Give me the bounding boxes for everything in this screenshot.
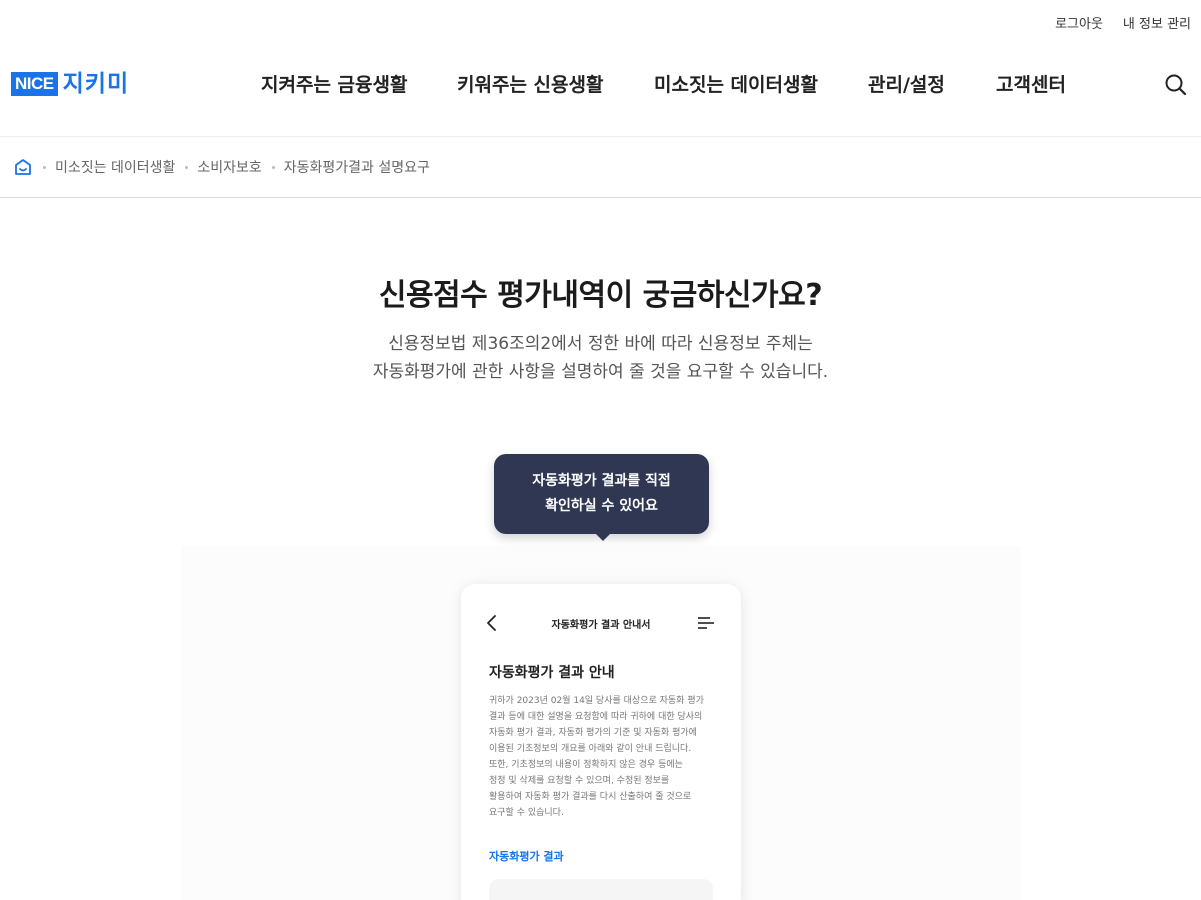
nav-item-settings[interactable]: 관리/설정 (868, 70, 945, 97)
body-line: 이용된 기초정보의 개요를 아래와 같이 안내 드립니다. (489, 744, 692, 754)
bubble-line: 자동화평가 결과를 직접 (532, 473, 671, 489)
page: 로그아웃 내 정보 관리 NICE 지키미 지켜주는 금융생활 키워주는 신용생… (0, 0, 1201, 900)
nav-item-data[interactable]: 미소짓는 데이터생활 (654, 70, 818, 97)
nav-item-credit[interactable]: 키워주는 신용생활 (457, 70, 603, 97)
page-title: 신용점수 평가내역이 궁금하신가요? (378, 278, 823, 313)
breadcrumb-divider (0, 197, 1201, 198)
breadcrumb-item-data[interactable]: 미소짓는 데이터생활 (55, 157, 175, 177)
phone-result-label: 자동화평가 결과 (489, 850, 564, 863)
home-icon[interactable] (13, 157, 33, 177)
breadcrumb-separator (271, 165, 275, 169)
speech-bubble: 자동화평가 결과를 직접 확인하실 수 있어요 (494, 454, 709, 534)
speech-bubble-tail (594, 532, 612, 541)
phone-result-box (489, 879, 713, 900)
main-nav: 지켜주는 금융생활 키워주는 신용생활 미소짓는 데이터생활 관리/설정 고객센… (0, 70, 1201, 100)
body-line: 또한, 기초정보의 내용이 정확하지 않은 경우 등에는 (489, 760, 683, 770)
breadcrumb-item-current: 자동화평가결과 설명요구 (283, 160, 430, 176)
menu-icon (698, 617, 714, 629)
body-line: 귀하가 2023년 02월 14일 당사를 대상으로 자동화 평가 (489, 696, 704, 706)
description-line: 신용정보법 제36조의2에서 정한 바에 따라 신용정보 주체는 (388, 334, 813, 354)
logout-link[interactable]: 로그아웃 (1055, 13, 1103, 32)
breadcrumb-separator (43, 165, 46, 169)
bubble-line: 확인하실 수 있어요 (545, 498, 658, 514)
my-info-link[interactable]: 내 정보 관리 (1123, 13, 1191, 32)
header-divider (0, 136, 1201, 137)
search-icon[interactable] (1163, 72, 1189, 98)
breadcrumb: 미소짓는 데이터생활 소비자보호 자동화평가결과 설명요구 (13, 157, 438, 177)
breadcrumb-separator (185, 165, 189, 169)
nav-item-finance[interactable]: 지켜주는 금융생활 (261, 70, 407, 97)
body-line: 정정 및 삭제를 요청할 수 있으며, 수정된 정보를 (489, 776, 670, 786)
breadcrumb-item-consumer[interactable]: 소비자보호 (197, 157, 261, 177)
phone-mockup: 자동화평가 결과 안내서 자동화평가 결과 안내 귀하가 2023년 02월 1… (461, 584, 741, 900)
body-line: 활용하여 자동화 평가 결과를 다시 산출하여 줄 것으로 (489, 792, 692, 802)
page-description: 신용정보법 제36조의2에서 정한 바에 따라 신용정보 주체는 자동화평가에 … (0, 330, 1201, 386)
body-line: 결과 등에 대한 설명을 요청함에 따라 귀하에 대한 당사의 (489, 712, 703, 722)
body-line: 요구할 수 있습니다. (489, 808, 564, 818)
phone-body-text: 귀하가 2023년 02월 14일 당사를 대상으로 자동화 평가 결과 등에 … (489, 693, 719, 821)
body-line: 자동화 평가 결과, 자동화 평가의 기준 및 자동화 평가에 (489, 728, 697, 738)
phone-heading: 자동화평가 결과 안내 (489, 665, 615, 681)
nav-item-support[interactable]: 고객센터 (996, 70, 1066, 97)
utility-bar: 로그아웃 내 정보 관리 (1055, 13, 1191, 32)
description-line: 자동화평가에 관한 사항을 설명하여 줄 것을 요구할 수 있습니다. (372, 362, 829, 382)
